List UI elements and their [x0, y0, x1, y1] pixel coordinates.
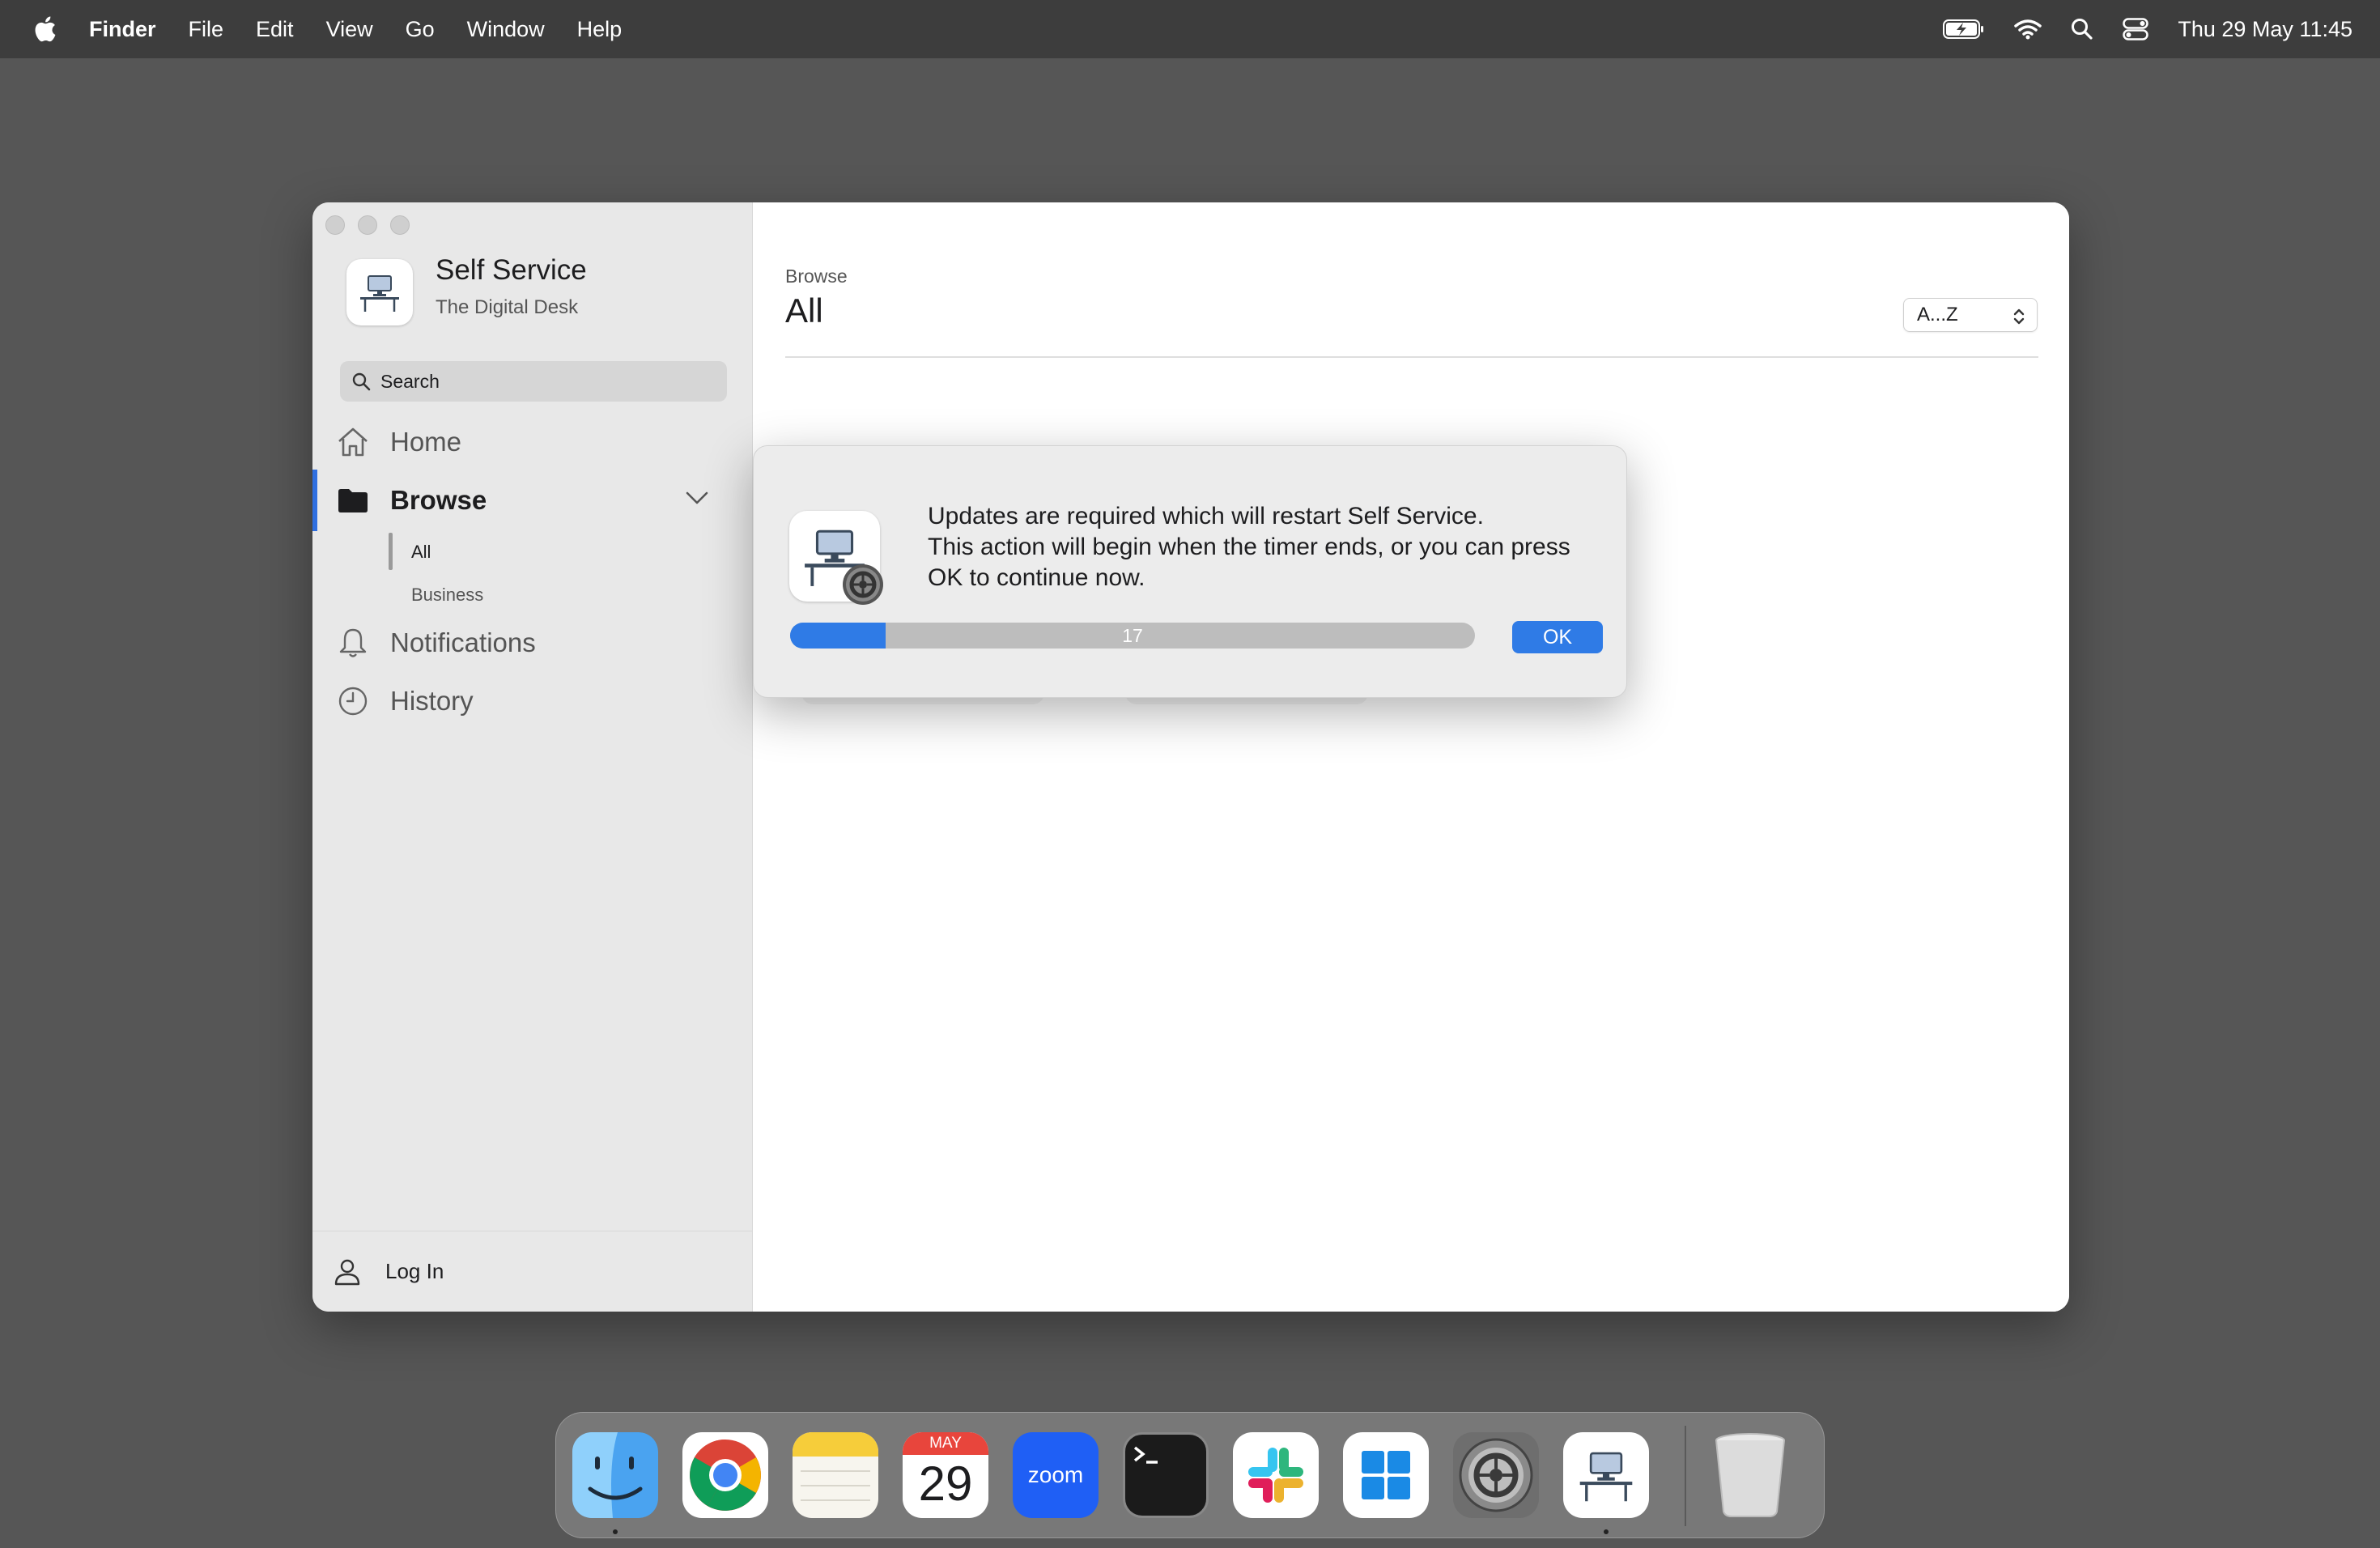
- menu-help[interactable]: Help: [577, 17, 623, 42]
- apple-menu-icon[interactable]: [32, 15, 57, 43]
- countdown-progress-bar: 17: [790, 623, 1475, 649]
- sidebar-item-label: Home: [390, 427, 462, 457]
- dock: MAY 29 zoom: [555, 1412, 1825, 1538]
- sidebar-item-home[interactable]: Home: [335, 424, 461, 460]
- sort-value: A...Z: [1917, 304, 1958, 325]
- window-controls: [325, 215, 423, 235]
- dock-chrome[interactable]: [682, 1432, 768, 1518]
- spotlight-search-icon[interactable]: [2071, 18, 2093, 40]
- menu-view[interactable]: View: [326, 17, 373, 42]
- close-window-button[interactable]: [325, 215, 345, 235]
- active-indicator: [312, 470, 317, 531]
- wifi-icon[interactable]: [2014, 19, 2042, 40]
- person-icon: [334, 1259, 360, 1285]
- self-service-app-icon: [346, 259, 413, 325]
- sidebar-item-notifications[interactable]: Notifications: [335, 625, 536, 661]
- dock-trash[interactable]: [1707, 1432, 1793, 1518]
- sidebar-item-label: History: [390, 686, 474, 716]
- dialog-message: Updates are required which will restart …: [928, 501, 1608, 593]
- ok-button[interactable]: OK: [1512, 621, 1603, 653]
- breadcrumb: Browse: [785, 266, 848, 287]
- countdown-value: 17: [1122, 625, 1143, 646]
- menu-go[interactable]: Go: [406, 17, 435, 42]
- search-placeholder: Search: [380, 370, 440, 392]
- app-name: Self Service: [436, 254, 587, 286]
- dock-terminal[interactable]: [1123, 1432, 1209, 1518]
- dock-system-settings[interactable]: [1453, 1432, 1539, 1518]
- dialog-message-line: OK to continue now.: [928, 564, 1145, 591]
- browse-sub-all[interactable]: All: [411, 542, 431, 563]
- sidebar-item-label: Notifications: [390, 627, 536, 657]
- self-service-window: Self Service The Digital Desk Search Hom…: [312, 202, 2069, 1312]
- clock-icon: [335, 683, 371, 719]
- calendar-month: MAY: [903, 1432, 988, 1455]
- menu-edit[interactable]: Edit: [256, 17, 294, 42]
- subitem-selection-bar: [389, 533, 393, 570]
- menu-finder[interactable]: Finder: [89, 17, 156, 42]
- sidebar-item-label: Browse: [390, 485, 487, 515]
- dialog-message-line: This action will begin when the timer en…: [928, 534, 1570, 560]
- zoom-window-button[interactable]: [390, 215, 410, 235]
- gear-icon: [843, 564, 883, 605]
- sidebar: Self Service The Digital Desk Search Hom…: [312, 202, 753, 1312]
- update-required-dialog: Updates are required which will restart …: [753, 445, 1627, 698]
- login-button[interactable]: Log In: [312, 1231, 753, 1312]
- dock-zoom[interactable]: zoom: [1013, 1432, 1099, 1518]
- updown-chevron-icon: [2013, 308, 2025, 325]
- menu-file[interactable]: File: [189, 17, 224, 42]
- control-center-icon[interactable]: [2123, 18, 2149, 40]
- dock-finder[interactable]: [572, 1432, 658, 1518]
- sort-dropdown[interactable]: A...Z: [1903, 298, 2038, 332]
- minimize-window-button[interactable]: [358, 215, 377, 235]
- sidebar-item-history[interactable]: History: [335, 683, 474, 719]
- header-divider: [785, 356, 2038, 358]
- search-icon: [352, 372, 371, 391]
- organization-name: The Digital Desk: [436, 296, 579, 318]
- battery-charging-icon[interactable]: [1943, 19, 1985, 40]
- zoom-label: zoom: [1027, 1462, 1084, 1487]
- dock-slack[interactable]: [1233, 1432, 1319, 1518]
- chevron-down-icon[interactable]: [685, 490, 709, 506]
- page-title: All: [785, 291, 823, 330]
- dock-calendar[interactable]: MAY 29: [903, 1432, 988, 1518]
- sidebar-item-browse[interactable]: Browse: [335, 483, 487, 518]
- self-service-update-icon: [789, 511, 883, 605]
- running-indicator: [1604, 1529, 1609, 1534]
- dock-separator: [1685, 1426, 1686, 1526]
- dialog-message-line: Updates are required which will restart …: [928, 503, 1484, 529]
- dock-self-service[interactable]: [1563, 1432, 1649, 1518]
- main-content: Browse All A...Z: [753, 202, 2069, 1312]
- menubar-clock[interactable]: Thu 29 May 11:45: [2178, 17, 2352, 42]
- menu-window[interactable]: Window: [467, 17, 545, 42]
- folder-icon: [335, 483, 371, 518]
- menu-bar: Finder File Edit View Go Window Help Thu…: [0, 0, 2380, 58]
- house-icon: [335, 424, 371, 460]
- login-label: Log In: [385, 1259, 444, 1283]
- search-field[interactable]: Search: [340, 361, 727, 402]
- dock-windows-app[interactable]: [1343, 1432, 1429, 1518]
- dock-notes[interactable]: [793, 1432, 878, 1518]
- bell-icon: [335, 625, 371, 661]
- running-indicator: [613, 1529, 618, 1534]
- browse-sub-business[interactable]: Business: [411, 585, 483, 606]
- calendar-day: 29: [918, 1457, 973, 1511]
